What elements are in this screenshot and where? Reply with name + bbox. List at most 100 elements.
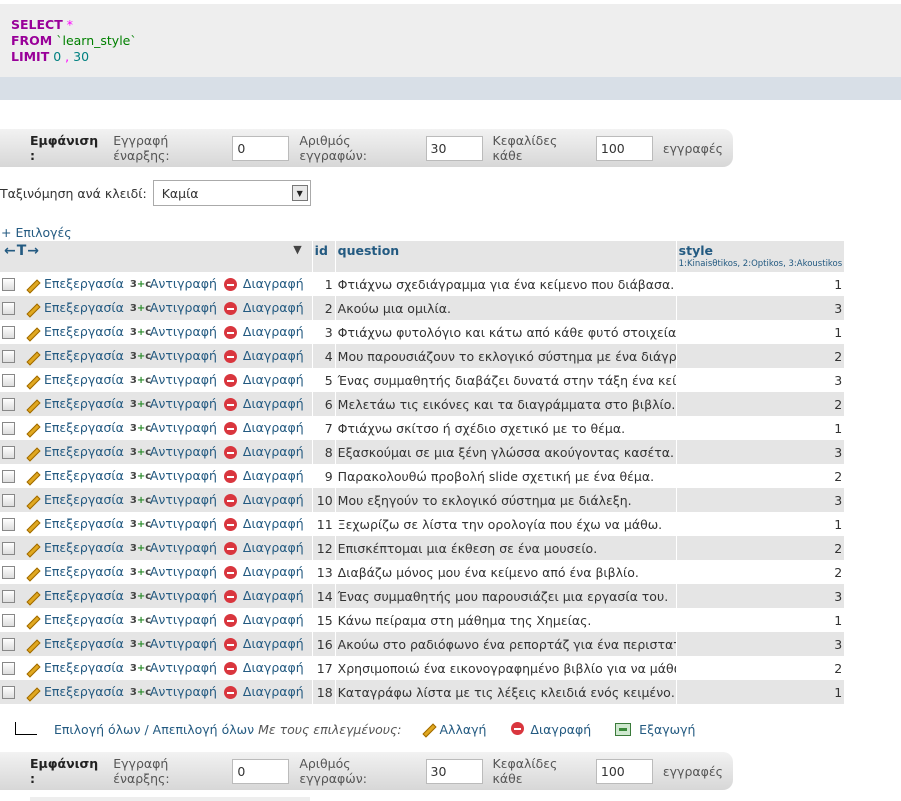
row-checkbox[interactable] (2, 542, 15, 556)
delete-link[interactable]: Διαγραφή (243, 636, 304, 651)
edit-link[interactable]: Επεξεργασία (44, 396, 124, 411)
delete-icon[interactable] (223, 421, 239, 436)
start-record-input[interactable] (232, 135, 290, 161)
pencil-icon[interactable] (24, 470, 40, 484)
select-all-link[interactable]: Επιλογή όλων / Απεπιλογή όλων (54, 722, 254, 737)
edit-link[interactable]: Επεξεργασία (44, 324, 124, 339)
edit-link[interactable]: Επεξεργασία (44, 444, 124, 459)
copy-link[interactable]: Αντιγραφή (150, 348, 217, 363)
row-checkbox[interactable] (2, 638, 15, 652)
delete-link[interactable]: Διαγραφή (243, 444, 304, 459)
row-checkbox[interactable] (2, 662, 15, 676)
start-record-input[interactable] (232, 758, 290, 784)
delete-link[interactable]: Διαγραφή (243, 324, 304, 339)
copy-icon[interactable]: 3+c (130, 542, 151, 556)
row-checkbox[interactable] (2, 494, 15, 508)
copy-icon[interactable]: 3+c (130, 302, 151, 316)
sort-by-key-select[interactable]: Καμία ▼ (152, 180, 311, 206)
pencil-icon[interactable] (24, 590, 40, 604)
delete-link[interactable]: Διαγραφή (243, 588, 304, 603)
copy-link[interactable]: Αντιγραφή (150, 564, 217, 579)
column-header-style[interactable]: style 1:Kinaisθtikos, 2:Optikos, 3:Akous… (676, 241, 846, 272)
copy-icon[interactable]: 3+c (130, 470, 151, 484)
edit-link[interactable]: Επεξεργασία (44, 612, 124, 627)
delete-link[interactable]: Διαγραφή (243, 684, 304, 699)
copy-icon[interactable]: 3+c (130, 494, 151, 508)
delete-icon[interactable] (223, 397, 239, 412)
pencil-icon[interactable] (24, 398, 40, 412)
delete-link[interactable]: Διαγραφή (243, 372, 304, 387)
sql-from-keyword[interactable]: FROM (11, 33, 52, 48)
pencil-icon[interactable] (24, 686, 40, 700)
bulk-change-button[interactable]: Αλλαγή (420, 722, 487, 737)
row-checkbox[interactable] (2, 398, 15, 412)
bulk-delete-button[interactable]: Διαγραφή (510, 722, 591, 737)
pencil-icon[interactable] (24, 614, 40, 628)
delete-icon[interactable] (223, 541, 239, 556)
delete-icon[interactable] (223, 349, 239, 364)
copy-icon[interactable]: 3+c (130, 590, 151, 604)
delete-link[interactable]: Διαγραφή (243, 468, 304, 483)
rows-count-input[interactable] (425, 135, 483, 161)
delete-icon[interactable] (223, 277, 239, 292)
row-checkbox[interactable] (2, 446, 15, 460)
copy-icon[interactable]: 3+c (130, 518, 151, 532)
delete-link[interactable]: Διαγραφή (243, 300, 304, 315)
delete-icon[interactable] (223, 637, 239, 652)
copy-link[interactable]: Αντιγραφή (150, 420, 217, 435)
copy-link[interactable]: Αντιγραφή (150, 684, 217, 699)
copy-link[interactable]: Αντιγραφή (150, 516, 217, 531)
copy-link[interactable]: Αντιγραφή (150, 636, 217, 651)
edit-link[interactable]: Επεξεργασία (44, 564, 124, 579)
pencil-icon[interactable] (24, 518, 40, 532)
delete-link[interactable]: Διαγραφή (243, 516, 304, 531)
pencil-icon[interactable] (24, 662, 40, 676)
copy-link[interactable]: Αντιγραφή (150, 324, 217, 339)
pencil-icon[interactable] (24, 422, 40, 436)
edit-link[interactable]: Επεξεργασία (44, 348, 124, 363)
pencil-icon[interactable] (24, 278, 40, 292)
delete-icon[interactable] (223, 445, 239, 460)
pencil-icon[interactable] (24, 638, 40, 652)
column-header-question[interactable]: question (335, 241, 677, 272)
row-checkbox[interactable] (2, 302, 15, 316)
column-resize-arrows-icon[interactable]: ←T→ (4, 243, 40, 259)
copy-icon[interactable]: 3+c (130, 398, 151, 412)
edit-link[interactable]: Επεξεργασία (44, 684, 124, 699)
pencil-icon[interactable] (24, 302, 40, 316)
rows-count-input[interactable] (425, 758, 483, 784)
sql-limit-keyword[interactable]: LIMIT (11, 49, 49, 64)
delete-icon[interactable] (223, 685, 239, 700)
edit-link[interactable]: Επεξεργασία (44, 300, 124, 315)
pencil-icon[interactable] (24, 542, 40, 556)
delete-link[interactable]: Διαγραφή (243, 540, 304, 555)
row-checkbox[interactable] (2, 374, 15, 388)
row-checkbox[interactable] (2, 278, 15, 292)
copy-icon[interactable]: 3+c (130, 566, 151, 580)
row-checkbox[interactable] (2, 422, 15, 436)
pencil-icon[interactable] (24, 374, 40, 388)
sort-triangle-icon[interactable]: ▼ (293, 243, 301, 256)
pencil-icon[interactable] (24, 350, 40, 364)
delete-link[interactable]: Διαγραφή (243, 564, 304, 579)
copy-icon[interactable]: 3+c (130, 326, 151, 340)
copy-link[interactable]: Αντιγραφή (150, 468, 217, 483)
delete-icon[interactable] (223, 493, 239, 508)
copy-link[interactable]: Αντιγραφή (150, 444, 217, 459)
edit-link[interactable]: Επεξεργασία (44, 540, 124, 555)
delete-icon[interactable] (223, 613, 239, 628)
copy-link[interactable]: Αντιγραφή (150, 492, 217, 507)
copy-link[interactable]: Αντιγραφή (150, 372, 217, 387)
pencil-icon[interactable] (24, 494, 40, 508)
delete-icon[interactable] (223, 565, 239, 580)
copy-icon[interactable]: 3+c (130, 446, 151, 460)
delete-link[interactable]: Διαγραφή (243, 276, 304, 291)
copy-icon[interactable]: 3+c (130, 278, 151, 292)
pencil-icon[interactable] (24, 446, 40, 460)
edit-link[interactable]: Επεξεργασία (44, 276, 124, 291)
row-checkbox[interactable] (2, 614, 15, 628)
edit-link[interactable]: Επεξεργασία (44, 516, 124, 531)
copy-link[interactable]: Αντιγραφή (150, 396, 217, 411)
headers-every-input[interactable] (595, 135, 653, 161)
row-checkbox[interactable] (2, 566, 15, 580)
